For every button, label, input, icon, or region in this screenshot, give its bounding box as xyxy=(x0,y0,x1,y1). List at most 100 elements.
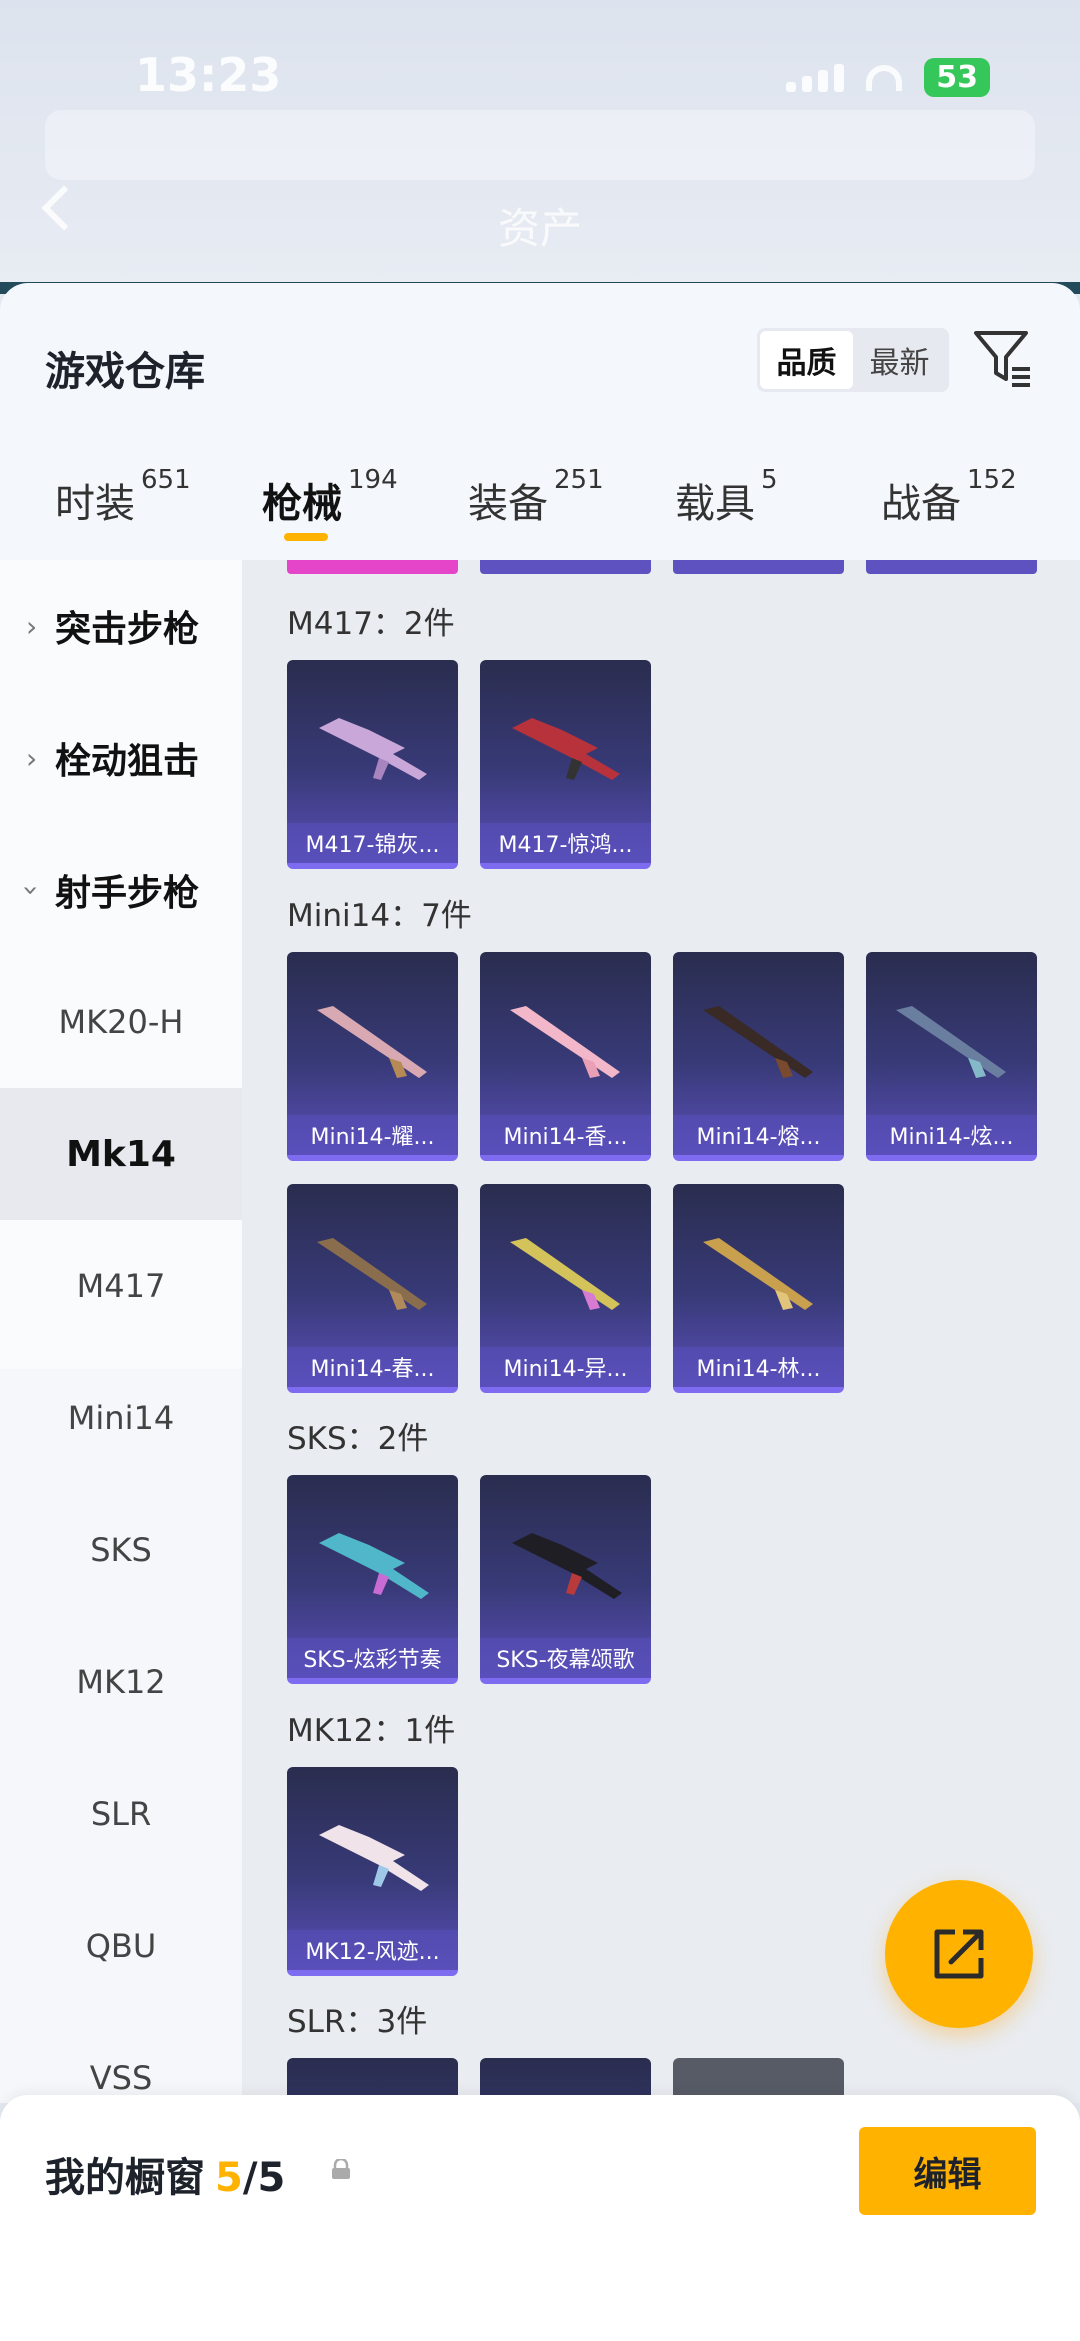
weapon-name: Mini14-春... xyxy=(287,1347,458,1387)
sidebar-group-bolt-sniper[interactable]: › 栓动狙击 xyxy=(0,692,242,824)
sidebar-item-mk14[interactable]: Mk14 xyxy=(0,1088,242,1220)
showcase-total: /5 xyxy=(242,2155,286,2201)
tab-equipment[interactable]: 装备 251 xyxy=(468,463,604,529)
weapon-name: M417-惊鸿... xyxy=(480,823,651,863)
tab-fashion[interactable]: 时装 651 xyxy=(55,463,191,529)
rifle-icon xyxy=(896,1006,1006,1078)
tab-count: 5 xyxy=(761,465,778,495)
weapon-name: M417-锦灰... xyxy=(287,823,458,863)
weapon-card[interactable]: MK12-风迹... xyxy=(287,1767,458,1976)
rifle-icon xyxy=(703,1238,813,1310)
sidebar-item-mk20h[interactable]: MK20-H xyxy=(0,956,242,1088)
weapon-card[interactable]: Mini14-香... xyxy=(480,952,651,1161)
sort-latest-button[interactable]: 最新 xyxy=(853,331,946,389)
weapon-name: SKS-夜幕颂歌 xyxy=(480,1638,651,1678)
tab-label: 时装 xyxy=(55,481,135,527)
weapon-card[interactable]: Mini14-耀... xyxy=(287,952,458,1161)
weapon-grid: M417：2件 M417-锦灰... M417-惊鸿... Mini14：7件 … xyxy=(242,560,1080,2103)
page-title: 游戏仓库 xyxy=(45,349,205,395)
tab-count: 194 xyxy=(348,465,398,495)
status-icons: 53 xyxy=(786,58,990,97)
tab-count: 251 xyxy=(554,465,604,495)
battery-icon: 53 xyxy=(924,58,990,97)
weapon-name: Mini14-熔... xyxy=(673,1115,844,1155)
rifle-icon xyxy=(319,1825,429,1891)
rifle-icon xyxy=(317,1006,427,1078)
sidebar-item-mini14[interactable]: Mini14 xyxy=(0,1352,242,1484)
sidebar-group-label: 射手步枪 xyxy=(55,873,200,914)
rifle-icon xyxy=(319,718,427,780)
sidebar-group-label: 突击步枪 xyxy=(55,609,200,650)
weapon-card[interactable]: SKS-夜幕颂歌 xyxy=(480,1475,651,1684)
sidebar-item-mk12[interactable]: MK12 xyxy=(0,1616,242,1748)
tab-label: 枪械 xyxy=(262,481,342,527)
weapon-card[interactable]: Mini14-熔... xyxy=(673,952,844,1161)
signal-icon xyxy=(786,63,845,92)
tab-count: 651 xyxy=(141,465,191,495)
tab-label: 载具 xyxy=(675,481,755,527)
weapon-card[interactable]: Mini14-异... xyxy=(480,1184,651,1393)
showcase-count: 5 xyxy=(215,2155,243,2201)
edit-button[interactable]: 编辑 xyxy=(859,2127,1036,2215)
tab-count: 152 xyxy=(967,465,1017,495)
section-label-m417: M417：2件 xyxy=(287,606,455,642)
rifle-icon xyxy=(510,1238,620,1310)
weapon-name: SKS-炫彩节奏 xyxy=(287,1638,458,1678)
rifle-icon xyxy=(317,1238,427,1310)
weapon-category-sidebar: › 突击步枪 › 栓动狙击 › 射手步枪 MK20-H Mk14 M417 Mi… xyxy=(0,560,242,2103)
rifle-icon xyxy=(319,1533,429,1599)
share-icon xyxy=(934,1929,984,1979)
tab-underline xyxy=(284,533,328,541)
weapon-name: Mini14-异... xyxy=(480,1347,651,1387)
section-label-sks: SKS：2件 xyxy=(287,1421,429,1457)
sidebar-group-marksman-rifle[interactable]: › 射手步枪 xyxy=(0,824,242,956)
section-label-mk12: MK12：1件 xyxy=(287,1713,456,1749)
card-edge xyxy=(287,560,458,574)
tab-supplies[interactable]: 战备 152 xyxy=(881,463,1017,529)
weapon-card[interactable]: M417-惊鸿... xyxy=(480,660,651,869)
card-edge xyxy=(480,560,651,574)
warehouse-sheet: 游戏仓库 品质 最新 时装 651 枪械 194 装备 251 载具 5 战备 … xyxy=(0,283,1080,2103)
weapon-card[interactable]: Mini14-炫... xyxy=(866,952,1037,1161)
share-button[interactable] xyxy=(885,1880,1033,2028)
lock-icon xyxy=(332,2159,350,2179)
rifle-icon xyxy=(512,1533,622,1599)
weapon-name: Mini14-炫... xyxy=(866,1115,1037,1155)
weapon-card[interactable]: Mini14-春... xyxy=(287,1184,458,1393)
category-tabs: 时装 651 枪械 194 装备 251 载具 5 战备 152 xyxy=(0,463,1080,563)
weapon-name: Mini14-耀... xyxy=(287,1115,458,1155)
chevron-right-icon: › xyxy=(26,741,38,775)
nav-title: 资产 xyxy=(497,204,582,253)
showcase-label: 我的橱窗 5 /5 xyxy=(45,2145,285,2203)
tab-vehicles[interactable]: 载具 5 xyxy=(675,463,778,529)
tab-label: 战备 xyxy=(881,481,961,527)
weapon-card[interactable]: Mini14-林... xyxy=(673,1184,844,1393)
chevron-right-icon: › xyxy=(26,609,38,643)
section-label-slr: SLR：3件 xyxy=(287,2004,428,2040)
tab-guns[interactable]: 枪械 194 xyxy=(262,463,398,541)
status-time: 13:23 xyxy=(135,48,282,102)
sidebar-group-label: 栓动狙击 xyxy=(55,741,200,782)
weapon-name: MK12-风迹... xyxy=(287,1930,458,1970)
sidebar-item-m417[interactable]: M417 xyxy=(0,1220,242,1352)
rifle-icon xyxy=(512,718,620,780)
blurred-row xyxy=(45,110,1035,180)
card-edge xyxy=(866,560,1037,574)
showcase-title: 我的橱窗 xyxy=(45,2155,205,2201)
wifi-icon xyxy=(866,64,903,91)
rifle-icon xyxy=(703,1006,813,1078)
weapon-card[interactable]: SKS-炫彩节奏 xyxy=(287,1475,458,1684)
sidebar-item-vss[interactable]: VSS xyxy=(0,2012,242,2103)
rifle-icon xyxy=(510,1006,620,1078)
sort-quality-button[interactable]: 品质 xyxy=(760,331,853,389)
sidebar-item-slr[interactable]: SLR xyxy=(0,1748,242,1880)
sidebar-group-assault-rifle[interactable]: › 突击步枪 xyxy=(0,560,242,692)
card-edge xyxy=(673,560,844,574)
sidebar-item-sks[interactable]: SKS xyxy=(0,1484,242,1616)
weapon-name: Mini14-林... xyxy=(673,1347,844,1387)
weapon-card[interactable]: M417-锦灰... xyxy=(287,660,458,869)
sidebar-item-qbu[interactable]: QBU xyxy=(0,1880,242,2012)
chevron-down-icon: › xyxy=(15,884,49,896)
filter-icon[interactable] xyxy=(972,327,1034,389)
tab-label: 装备 xyxy=(468,481,548,527)
